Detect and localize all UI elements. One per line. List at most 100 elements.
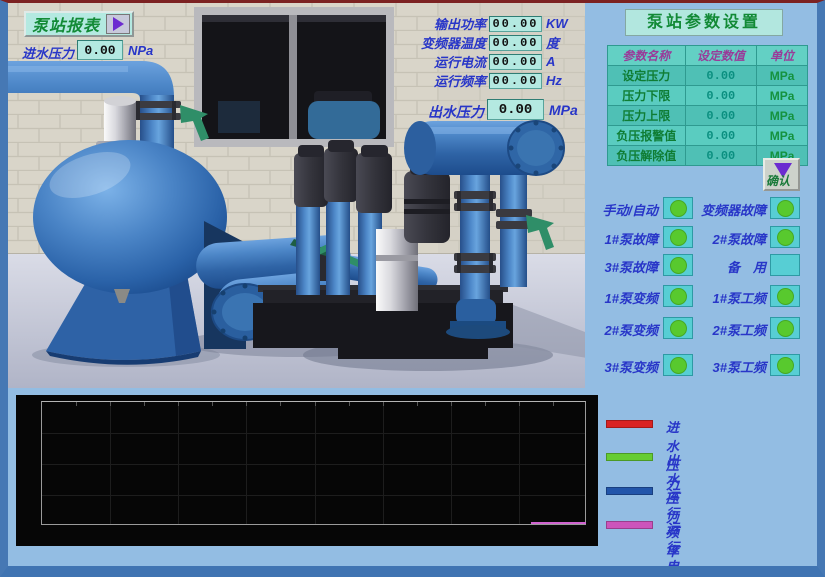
axis-tick [383, 402, 384, 406]
running-current-trace [531, 522, 586, 524]
status-label: 1#泵工频 [682, 288, 766, 307]
parameter-value-field[interactable]: 0.00 [685, 86, 757, 106]
parameter-unit: MPa [757, 86, 808, 106]
window [194, 7, 394, 147]
status-label: 2#泵变频 [578, 320, 658, 339]
parameter-value-field[interactable]: 0.00 [685, 126, 757, 146]
gridline [383, 402, 384, 524]
parameter-unit: MPa [757, 106, 808, 126]
green-lamp-icon [777, 288, 794, 305]
hmi-screen: 泵站报表 进水压力 0.00 NPa 输出功率00.00KW变频器温度00.00… [0, 0, 825, 577]
readout-value: 00.00 [489, 54, 542, 70]
parameter-column-header: 单位 [757, 46, 808, 66]
axis-tick [280, 402, 281, 406]
parameter-name: 压力上限 [608, 106, 686, 126]
readout-label: 运行电流 [374, 52, 486, 71]
parameter-value-field[interactable]: 0.00 [685, 146, 757, 166]
readout-row: 变频器温度00.00度 [374, 34, 559, 51]
gridline [519, 402, 520, 524]
readout-unit: KW [546, 16, 568, 31]
axis-tick [451, 402, 452, 406]
parameter-column-header: 参数名称 [608, 46, 686, 66]
readout-label: 输出功率 [374, 14, 486, 33]
green-lamp-icon [777, 229, 794, 246]
readout-unit: Hz [546, 73, 562, 88]
legend-color-bar [606, 453, 653, 461]
readout-value: 00.00 [489, 73, 542, 89]
confirm-button[interactable]: 确认 [763, 158, 800, 191]
readout-unit: A [546, 54, 555, 69]
axis-tick [76, 402, 77, 406]
trend-chart [16, 395, 598, 546]
trend-plot-area [41, 401, 586, 525]
readout-row: 运行电流00.00 A [374, 53, 555, 70]
axis-tick [349, 402, 350, 406]
parameter-value-field[interactable]: 0.00 [685, 106, 757, 126]
legend-color-bar [606, 420, 653, 428]
axis-tick [485, 402, 486, 406]
readout-label: 运行频率 [374, 71, 486, 90]
gridline [42, 433, 585, 434]
axis-tick [212, 402, 213, 406]
green-lamp-icon [777, 200, 794, 217]
gridline [451, 402, 452, 524]
status-label: 3#泵变频 [578, 357, 658, 376]
inlet-pressure-unit: NPa [128, 43, 153, 58]
parameter-name: 设定压力 [608, 66, 686, 86]
parameter-name: 负压解除值 [608, 146, 686, 166]
readout-row: 输出功率00.00 KW [374, 15, 568, 32]
axis-tick [144, 402, 145, 406]
status-lamp [770, 197, 800, 219]
output-readouts: 输出功率00.00KW变频器温度00.00度运行电流00.00A运行频率00.0… [374, 15, 574, 91]
legend-color-bar [606, 521, 653, 529]
axis-tick [110, 402, 111, 406]
status-lamp [770, 317, 800, 339]
readout-value: 00.00 [489, 35, 542, 51]
gridline [42, 495, 585, 496]
parameter-value-field[interactable]: 0.00 [685, 66, 757, 86]
report-button[interactable]: 泵站报表 [24, 11, 134, 37]
parameter-column-header: 设定数值 [685, 46, 757, 66]
axis-tick [246, 402, 247, 406]
legend-label: 运行电流 [666, 518, 679, 577]
axis-tick [178, 402, 179, 406]
parameter-row: 设定压力0.00MPa [608, 66, 808, 86]
parameter-unit: MPa [757, 66, 808, 86]
outlet-pressure-label: 出水压力 [428, 102, 484, 122]
readout-unit: 度 [546, 33, 559, 52]
gridline [246, 402, 247, 524]
parameter-row: 压力上限0.00MPa [608, 106, 808, 126]
outlet-pressure-unit: MPa [549, 102, 578, 118]
status-label: 2#泵故障 [682, 229, 766, 248]
status-label: 2#泵工频 [682, 320, 766, 339]
parameter-row: 负压报警值0.00MPa [608, 126, 808, 146]
outlet-pressure-value: 0.00 [487, 99, 544, 120]
gridline [42, 464, 585, 465]
axis-tick [417, 402, 418, 406]
readout-label: 变频器温度 [374, 33, 486, 52]
parameter-unit: MPa [757, 126, 808, 146]
axis-tick [553, 402, 554, 406]
parameter-table-header: 参数名称设定数值单位 [608, 46, 808, 66]
status-label: 手动/自动 [578, 200, 658, 219]
status-lamp [770, 354, 800, 376]
status-label: 备 用 [682, 257, 766, 276]
report-button-label: 泵站报表 [26, 12, 106, 36]
status-lamp [770, 226, 800, 248]
axis-tick [315, 402, 316, 406]
readout-value: 00.00 [489, 16, 542, 32]
confirm-button-label: 确认 [766, 172, 790, 189]
legend-color-bar [606, 487, 653, 495]
parameter-name: 负压报警值 [608, 126, 686, 146]
status-label: 1#泵变频 [578, 288, 658, 307]
gridline [315, 402, 316, 524]
status-label: 3#泵工频 [682, 357, 766, 376]
status-lamp [770, 285, 800, 307]
status-label: 1#泵故障 [578, 229, 658, 248]
inlet-pressure-label: 进水压力 [22, 43, 74, 62]
green-lamp-icon [777, 320, 794, 337]
parameter-row: 压力下限0.00MPa [608, 86, 808, 106]
play-icon[interactable] [106, 14, 130, 34]
status-label: 3#泵故障 [578, 257, 658, 276]
gridline [110, 402, 111, 524]
